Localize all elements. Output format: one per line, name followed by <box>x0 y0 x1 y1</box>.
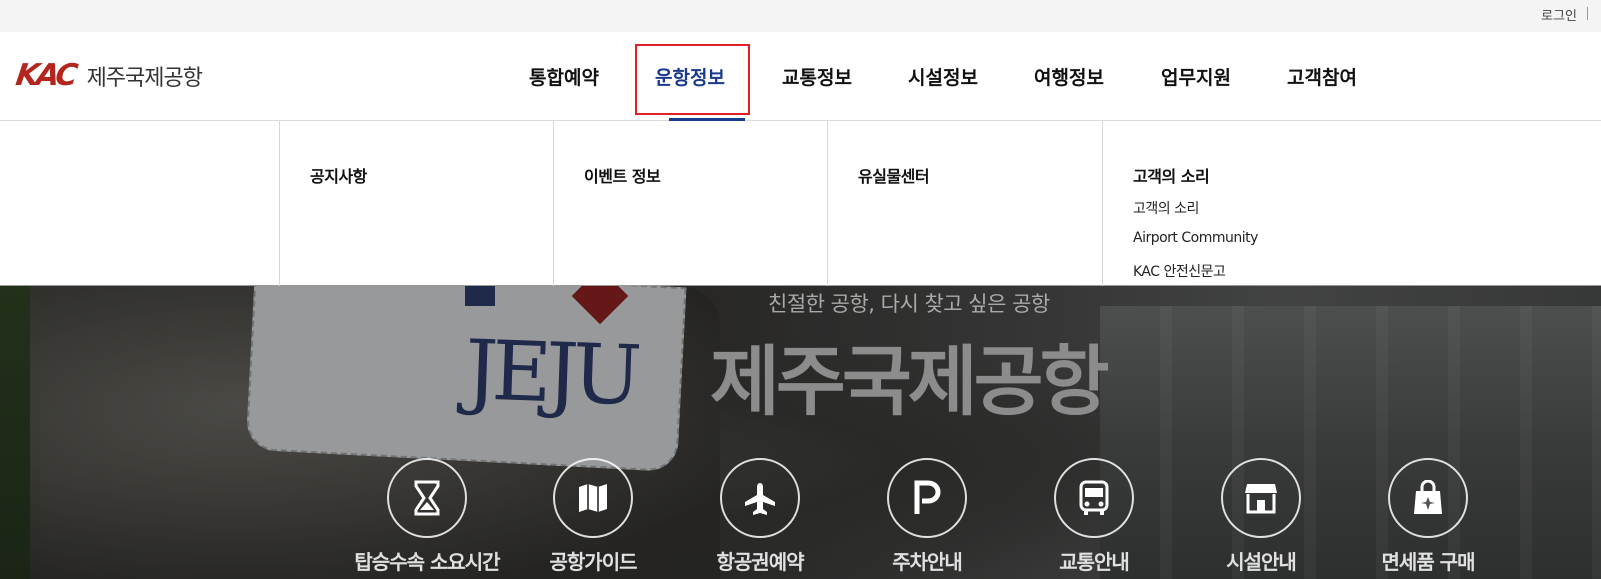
quick-link-parking[interactable]: 주차안내 <box>842 458 1012 575</box>
nav-item-integrated-booking[interactable]: 통합예약 <box>529 63 599 90</box>
nav-item-customer-participation[interactable]: 고객참여 <box>1287 63 1357 90</box>
quick-link-label: 탑승수속 소요시간 <box>354 550 500 574</box>
top-utility-bar: 로그인 <box>0 0 1601 32</box>
hero-title: 제주국제공항 <box>710 337 1110 426</box>
hero-banner: JEJU 친절한 공항, 다시 찾고 싶은 공항 제주국제공항 탑승수속 소요시… <box>0 286 1601 579</box>
nav-item-business-support[interactable]: 업무지원 <box>1161 63 1231 90</box>
hero-subtitle: 친절한 공항, 다시 찾고 싶은 공항 <box>768 292 1050 316</box>
dropdown-link-lost-found[interactable]: 유실물센터 <box>858 163 930 187</box>
quick-link-label: 교통안내 <box>1059 550 1130 574</box>
parking-icon <box>887 458 967 538</box>
login-separator <box>1587 7 1588 20</box>
site-header: KAC 제주국제공항 통합예약 운항정보 교통정보 시설정보 여행정보 업무지원… <box>0 32 1601 121</box>
dropdown-link-customer-voice[interactable]: 고객의 소리 <box>1133 198 1199 218</box>
quick-link-facilities[interactable]: 시설안내 <box>1176 458 1346 575</box>
dropdown-column-lost-found: 유실물센터 <box>827 121 1102 286</box>
nav-item-travel-info[interactable]: 여행정보 <box>1034 63 1104 90</box>
quick-link-label: 항공권예약 <box>716 550 805 574</box>
quick-link-checkin-time[interactable]: 탑승수속 소요시간 <box>342 458 512 575</box>
dutyfree-bag-icon <box>1388 458 1468 538</box>
quick-link-label: 주차안내 <box>892 550 963 574</box>
dropdown-column-events: 이벤트 정보 <box>553 121 827 286</box>
quick-link-ticket-booking[interactable]: 항공권예약 <box>675 458 845 575</box>
dropdown-link-events[interactable]: 이벤트 정보 <box>584 163 661 187</box>
dropdown-link-safety-report[interactable]: KAC 안전신문고 <box>1133 261 1226 281</box>
kac-logo-mark: KAC <box>13 58 78 93</box>
dropdown-column-notices: 공지사항 <box>279 121 553 286</box>
dropdown-link-customer-voice-heading[interactable]: 고객의 소리 <box>1133 163 1210 187</box>
login-link[interactable]: 로그인 <box>1541 5 1577 24</box>
dropdown-link-notices[interactable]: 공지사항 <box>310 163 367 187</box>
quick-link-airport-guide[interactable]: 공항가이드 <box>508 458 678 575</box>
store-icon <box>1221 458 1301 538</box>
quick-link-label: 면세품 구매 <box>1381 550 1476 574</box>
quick-link-label: 공항가이드 <box>549 550 638 574</box>
airplane-icon <box>720 458 800 538</box>
hourglass-icon <box>387 458 467 538</box>
dropdown-column-customer-voice: 고객의 소리 고객의 소리 Airport Community KAC 안전신문… <box>1102 121 1402 286</box>
quick-link-transport[interactable]: 교통안내 <box>1009 458 1179 575</box>
quick-link-duty-free[interactable]: 면세품 구매 <box>1343 458 1513 575</box>
active-nav-highlight-box <box>635 44 750 115</box>
quick-link-label: 시설안내 <box>1226 550 1297 574</box>
nav-dropdown-panel: 공지사항 이벤트 정보 유실물센터 고객의 소리 고객의 소리 Airport … <box>0 121 1601 286</box>
map-icon <box>553 458 633 538</box>
site-logo[interactable]: KAC 제주국제공항 <box>13 58 203 94</box>
dropdown-link-airport-community[interactable]: Airport Community <box>1133 230 1258 246</box>
nav-item-facility-info[interactable]: 시설정보 <box>908 63 978 90</box>
nav-item-transport-info[interactable]: 교통정보 <box>782 63 852 90</box>
logo-airport-name: 제주국제공항 <box>86 66 203 91</box>
bus-icon <box>1054 458 1134 538</box>
